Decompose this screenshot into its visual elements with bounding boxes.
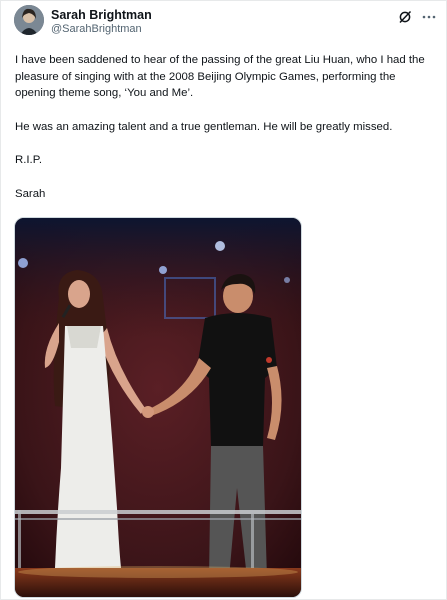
grok-icon[interactable] [396,8,414,26]
display-name[interactable]: Sarah Brightman [51,8,152,22]
author-block: Sarah Brightman @SarahBrightman [51,8,152,37]
tweet-paragraph: I have been saddened to hear of the pass… [15,54,425,99]
author-handle[interactable]: @SarahBrightman [51,22,152,37]
tweet-card: Sarah Brightman @SarahBrightman I have b… [0,0,447,600]
more-icon[interactable] [420,8,438,26]
tweet-text: I have been saddened to hear of the pass… [15,52,435,219]
tweet-paragraph: He was an amazing talent and a true gent… [15,120,393,133]
avatar[interactable] [14,5,44,35]
tweet-paragraph: Sarah [15,187,46,200]
header-actions [396,8,438,26]
tweet-header: Sarah Brightman @SarahBrightman [14,5,438,41]
tweet-paragraph: R.I.P. [15,154,43,166]
stage-photo [15,218,301,597]
tweet-photo[interactable] [14,217,302,598]
